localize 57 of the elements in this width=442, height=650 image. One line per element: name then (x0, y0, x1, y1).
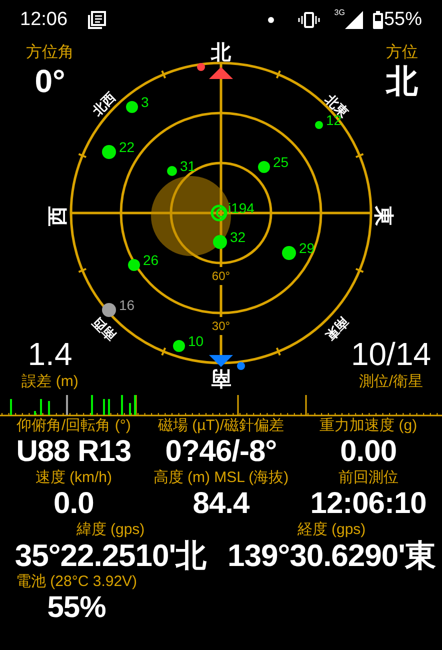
accuracy-value: 1.4 (28, 336, 72, 372)
reading-value: 0.00 (340, 435, 397, 469)
azimuth-value: 0° (34, 63, 66, 99)
reading-label: 高度 (m) MSL (海抜) (153, 469, 289, 487)
vibrate-icon (298, 12, 320, 28)
direction-label: 西 (47, 206, 69, 226)
accuracy-label: 誤差 (m) (22, 372, 78, 392)
reading-label: 仰俯角/回転角 (°) (16, 417, 131, 435)
direction-label: 東 (372, 206, 394, 226)
fix-count-value: 10/14 (350, 336, 432, 372)
direction-label: 南西 (90, 314, 118, 344)
azimuth-label: 方位角 (26, 43, 74, 63)
satellite-label: 10 (188, 333, 204, 349)
south-pointer-icon (209, 355, 233, 367)
reading-label: 磁場 (µT)/磁針偏差 (158, 417, 284, 435)
satellite-label: i194 (228, 200, 254, 216)
reading-value: 0.0 (54, 487, 94, 521)
notification-dot-icon (268, 17, 274, 23)
satellite-label: 26 (143, 252, 159, 268)
reading-label: 重力加速度 (g) (320, 417, 418, 435)
reading-label: 速度 (km/h) (35, 469, 112, 487)
network-type: 3G (334, 9, 345, 17)
elevation-label: 60° (212, 269, 230, 283)
satellite-label: 3 (141, 94, 149, 110)
sun-marker-dot (197, 63, 205, 71)
moon-marker-dot (237, 362, 245, 370)
reading-label: 電池 (28°C 3.92V) (16, 573, 138, 591)
north-pointer-icon (209, 67, 233, 79)
reading-value: 35°22.2510'北 (14, 539, 206, 573)
satellite-label: 31 (180, 158, 196, 174)
direction-label: 北西 (90, 90, 118, 118)
reading-value: 139°30.6290'東 (227, 539, 436, 573)
satellite-label: 16 (119, 297, 135, 313)
reading-label: 緯度 (gps) (76, 521, 145, 539)
direction-label: 南東 (322, 314, 352, 344)
direction-label: 方位 (386, 43, 418, 63)
fix-count-label: 測位/衛星 (358, 372, 424, 392)
satellite-label: 25 (273, 154, 289, 170)
satellite-label: 22 (119, 139, 135, 155)
direction-value: 北 (386, 63, 418, 99)
reading-value: U88 R13 (16, 435, 132, 469)
satellite-label: 32 (230, 229, 246, 245)
cell-signal-icon (344, 11, 363, 29)
reading-value: 84.4 (192, 487, 250, 521)
reading-value: 55% (47, 591, 106, 625)
reading-value: 0?46/-8° (165, 435, 277, 469)
battery-percent: 55% (384, 8, 422, 32)
elevation-label: 30° (212, 319, 230, 333)
reading-value: 12:06:10 (310, 487, 426, 521)
satellite-label: 29 (299, 240, 315, 256)
direction-label: 北 (211, 42, 231, 64)
status-time: 12:06 (20, 8, 68, 32)
battery-icon (372, 11, 383, 29)
reading-label: 経度 (gps) (297, 521, 366, 539)
reading-label: 前回測位 (338, 469, 398, 487)
direction-label: 南 (211, 367, 231, 389)
notes-icon (88, 11, 106, 29)
